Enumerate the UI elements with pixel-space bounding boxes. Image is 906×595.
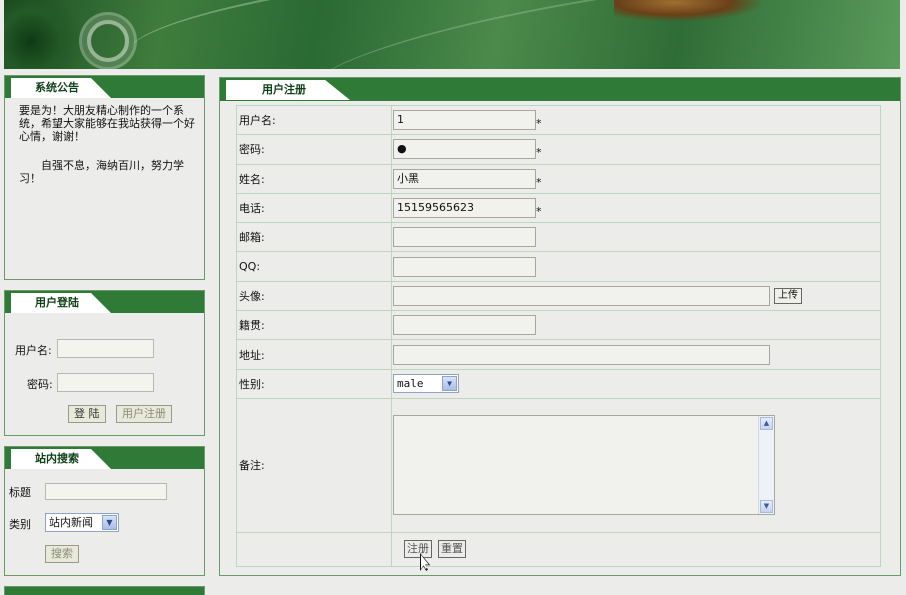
bottom-panel-header xyxy=(5,587,204,595)
form-row-native-place: 籍贯: xyxy=(236,310,881,341)
avatar-cell: 上传 xyxy=(391,280,881,312)
site-search-panel: 站内搜索 标题 类别 站内新闻 ▼ 搜索 xyxy=(4,446,205,576)
qq-input[interactable] xyxy=(393,256,536,277)
notice-panel-header: 系统公告 xyxy=(5,76,204,98)
form-row-password: 密码: ● * xyxy=(236,134,881,165)
search-button[interactable]: 搜索 xyxy=(45,545,79,563)
required-mark: * xyxy=(536,175,542,189)
form-row-actions: 注册 重置 xyxy=(236,531,881,567)
search-title-label: 标题 xyxy=(9,486,31,499)
remarks-textarea[interactable]: ▲ ▼ xyxy=(393,415,775,516)
avatar-label: 头像: xyxy=(236,280,392,312)
address-cell xyxy=(391,339,881,370)
email-cell xyxy=(391,222,881,253)
qq-label: QQ: xyxy=(236,251,392,282)
address-input[interactable] xyxy=(393,344,770,365)
username-input[interactable]: 1 xyxy=(393,110,536,131)
login-password-input[interactable] xyxy=(57,373,154,392)
user-register-button[interactable]: 用户注册 xyxy=(116,405,172,423)
register-form: 用户名: 1 * 密码: ● * 姓名: 小黑 * 电话: 15159565623 * … xyxy=(236,104,881,567)
register-panel-header: 用户注册 xyxy=(220,78,900,101)
search-category-select[interactable]: 站内新闻 ▼ xyxy=(45,513,119,532)
phone-label: 电话: xyxy=(236,192,392,224)
bottom-panel xyxy=(4,586,205,595)
password-cell: ● * xyxy=(391,134,881,165)
email-input[interactable] xyxy=(393,227,536,248)
remarks-label: 备注: xyxy=(236,397,392,533)
form-row-name: 姓名: 小黑 * xyxy=(236,163,881,194)
login-button[interactable]: 登 陆 xyxy=(68,405,106,423)
name-cell: 小黑 * xyxy=(391,163,881,194)
notice-body: 要是为！大朋友精心制作的一个系统，希望大家能够在我站获得一个好心情，谢谢！ 自强… xyxy=(5,98,204,185)
form-row-avatar: 头像: 上传 xyxy=(236,280,881,312)
native-place-input[interactable] xyxy=(393,315,536,336)
remarks-scrollbar[interactable]: ▲ ▼ xyxy=(758,416,774,515)
address-label: 地址: xyxy=(236,339,392,370)
required-mark: * xyxy=(536,205,542,219)
notice-text-2: 自强不息，海纳百川，努力学习！ xyxy=(19,159,184,185)
banner-trees-decoration xyxy=(4,0,94,69)
chevron-down-icon[interactable]: ▼ xyxy=(442,376,457,392)
login-username-input[interactable] xyxy=(57,339,154,358)
required-mark: * xyxy=(536,146,542,160)
banner-leaf-decoration xyxy=(614,0,764,22)
form-row-remarks: 备注: ▲ ▼ xyxy=(236,397,881,533)
required-mark: * xyxy=(536,117,542,131)
login-panel: 用户登陆 用户名: 密码: 登 陆 用户注册 xyxy=(4,290,205,436)
form-row-qq: QQ: xyxy=(236,251,881,282)
actions-cell: 注册 重置 xyxy=(391,531,881,567)
password-label: 密码: xyxy=(236,134,392,165)
chevron-down-icon[interactable]: ▼ xyxy=(102,515,117,530)
gender-cell: male ▼ xyxy=(391,368,881,399)
avatar-input[interactable] xyxy=(393,285,770,306)
scroll-down-icon[interactable]: ▼ xyxy=(760,500,773,514)
actions-label-cell xyxy=(236,531,392,567)
email-label: 邮箱: xyxy=(236,222,392,253)
search-category-label: 类别 xyxy=(9,518,31,531)
name-label: 姓名: xyxy=(236,163,392,194)
native-place-cell xyxy=(391,310,881,341)
scroll-up-icon[interactable]: ▲ xyxy=(760,417,773,431)
name-input[interactable]: 小黑 xyxy=(393,168,536,189)
search-category-value: 站内新闻 xyxy=(49,516,93,529)
login-username-label: 用户名: xyxy=(15,344,52,357)
submit-register-button[interactable]: 注册 xyxy=(404,540,432,559)
password-input[interactable]: ● xyxy=(393,139,536,160)
gender-select[interactable]: male ▼ xyxy=(393,374,459,394)
username-cell: 1 * xyxy=(391,104,881,136)
remarks-cell: ▲ ▼ xyxy=(391,397,881,533)
phone-cell: 15159565623 * xyxy=(391,192,881,224)
notice-text-1: 要是为！大朋友精心制作的一个系统，希望大家能够在我站获得一个好心情，谢谢！ xyxy=(19,104,195,143)
register-panel-title: 用户注册 xyxy=(226,80,350,100)
header-banner xyxy=(4,0,900,69)
login-panel-header: 用户登陆 xyxy=(5,291,204,313)
notice-panel-title: 系统公告 xyxy=(11,78,111,98)
native-place-label: 籍贯: xyxy=(236,310,392,341)
username-label: 用户名: xyxy=(236,104,392,136)
notice-panel: 系统公告 要是为！大朋友精心制作的一个系统，希望大家能够在我站获得一个好心情，谢… xyxy=(4,75,205,280)
login-panel-title: 用户登陆 xyxy=(11,293,111,313)
search-panel-header: 站内搜索 xyxy=(5,447,204,469)
form-row-address: 地址: xyxy=(236,339,881,370)
upload-button[interactable]: 上传 xyxy=(774,287,802,304)
form-row-phone: 电话: 15159565623 * xyxy=(236,192,881,224)
form-row-email: 邮箱: xyxy=(236,222,881,253)
qq-cell xyxy=(391,251,881,282)
register-panel: 用户注册 用户名: 1 * 密码: ● * 姓名: 小黑 * 电话: 15159565… xyxy=(219,77,901,576)
search-panel-title: 站内搜索 xyxy=(11,449,111,469)
search-title-input[interactable] xyxy=(45,483,167,500)
gender-label: 性别: xyxy=(236,368,392,399)
reset-button[interactable]: 重置 xyxy=(438,540,466,559)
phone-input[interactable]: 15159565623 xyxy=(393,198,536,219)
login-password-label: 密码: xyxy=(27,378,53,391)
form-row-username: 用户名: 1 * xyxy=(236,104,881,136)
gender-select-value: male xyxy=(397,377,424,391)
banner-ring-logo xyxy=(87,20,129,62)
form-row-gender: 性别: male ▼ xyxy=(236,368,881,399)
